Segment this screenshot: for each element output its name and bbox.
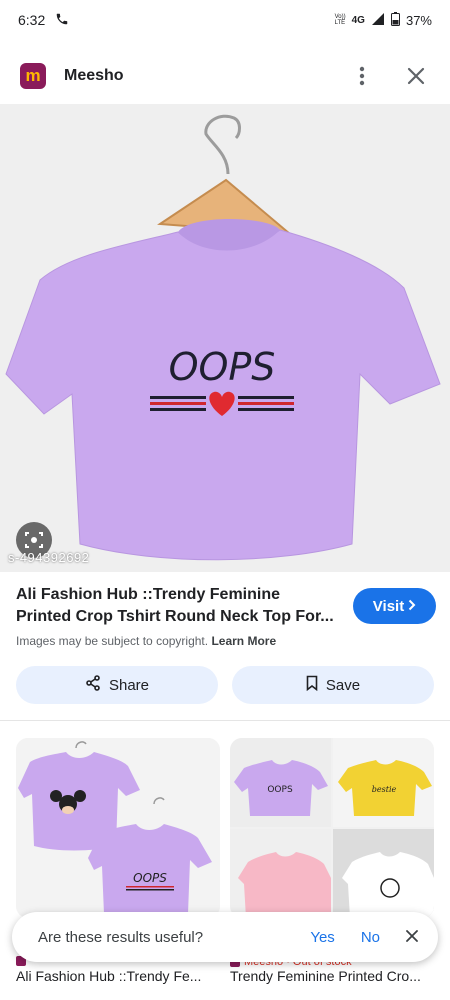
product-image[interactable]: OOPS s-494392692	[0, 104, 450, 572]
status-bar: 6:32 Vo)) LTE 4G 37%	[0, 0, 450, 40]
meesho-logo: m	[20, 63, 46, 89]
related-card-title[interactable]: Ali Fashion Hub ::Trendy Fe...	[16, 968, 201, 984]
product-info: Ali Fashion Hub ::Trendy Feminine Printe…	[16, 584, 436, 654]
related-card-image[interactable]: OOPS	[16, 738, 220, 918]
related-card[interactable]: OOPS Ali Fashion Hub ::Trendy Fe...	[16, 738, 220, 984]
volte-indicator: Vo)) LTE	[334, 14, 346, 26]
clock: 6:32	[18, 12, 46, 28]
svg-text:OOPS: OOPS	[133, 871, 167, 885]
app-title: Meesho	[64, 67, 124, 84]
signal-icon	[371, 12, 385, 29]
shirt-print-text: OOPS	[169, 345, 276, 389]
save-label: Save	[325, 676, 361, 694]
app-header: m Meesho	[0, 48, 450, 104]
feedback-question: Are these results useful?	[38, 928, 204, 946]
divider	[0, 720, 450, 721]
network-type: 4G	[351, 14, 365, 26]
copyright-notice: Images may be subject to copyright. Lear…	[16, 634, 277, 648]
learn-more-link[interactable]: Learn More	[211, 634, 276, 648]
bookmark-icon	[306, 675, 318, 695]
related-card-title[interactable]: Trendy Feminine Printed Cro...	[230, 968, 421, 984]
more-options-icon[interactable]	[348, 62, 376, 90]
feedback-yes-button[interactable]: Yes	[310, 929, 334, 946]
battery-icon	[390, 11, 400, 29]
svg-text:OOPS: OOPS	[267, 785, 293, 795]
related-card-image[interactable]: OOPS bestie	[230, 738, 434, 918]
feedback-no-button[interactable]: No	[361, 929, 380, 946]
svg-text:bestie: bestie	[372, 785, 397, 794]
share-button[interactable]: Share	[16, 666, 218, 704]
battery-level: 37%	[405, 12, 432, 28]
feedback-toast: Are these results useful? Yes No	[12, 912, 438, 962]
share-icon	[85, 675, 101, 695]
image-watermark: s-494392692	[8, 550, 90, 565]
save-button[interactable]: Save	[232, 666, 434, 704]
share-label: Share	[108, 676, 150, 694]
tshirt-illustration: OOPS	[0, 104, 450, 572]
close-icon[interactable]	[402, 62, 430, 90]
related-card[interactable]: OOPS bestie Meesho · Out of stock Trendy…	[230, 738, 434, 984]
chevron-right-icon	[408, 598, 416, 615]
product-title[interactable]: Ali Fashion Hub ::Trendy Feminine Printe…	[16, 584, 334, 628]
action-row: Share Save	[16, 666, 434, 704]
phone-icon	[55, 12, 69, 29]
visit-button[interactable]: Visit	[353, 588, 436, 624]
close-icon[interactable]	[406, 929, 418, 946]
